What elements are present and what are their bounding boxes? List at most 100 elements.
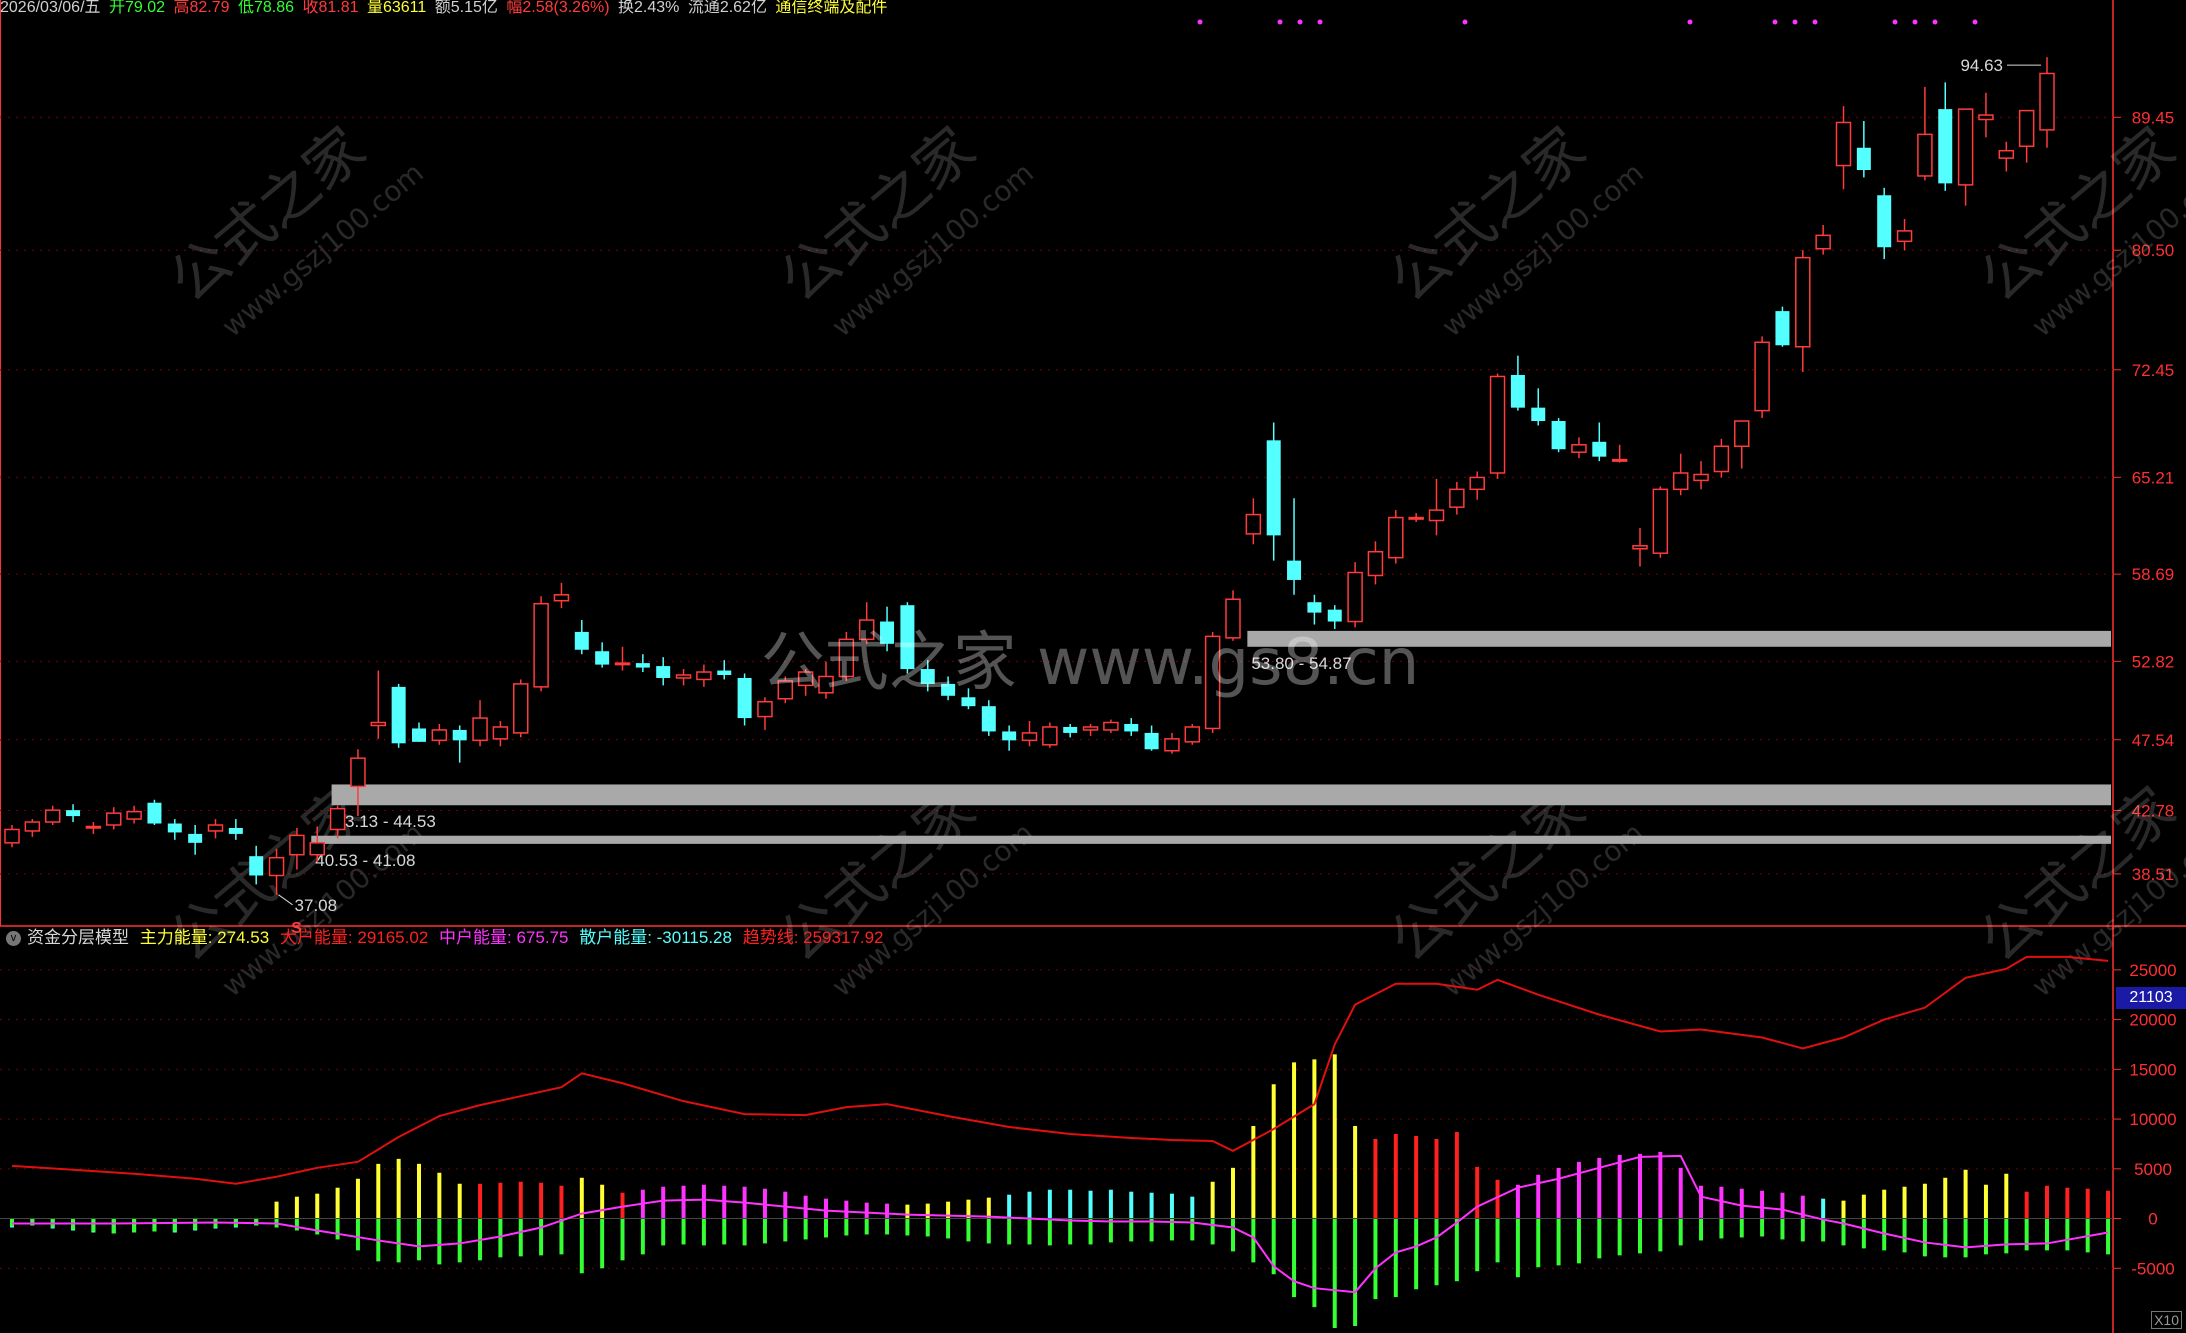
candle-body-up — [1367, 550, 1384, 577]
candle-body-down — [574, 631, 589, 650]
candle-body-down — [1551, 421, 1566, 450]
candle-body-up — [431, 729, 448, 742]
candle-body-up — [126, 810, 142, 820]
candle-body-up — [1428, 509, 1445, 522]
candle-body-up — [492, 726, 509, 740]
top-signal-dot — [1197, 19, 1203, 25]
watermark-tile: 公式之家www.gszj100.com — [156, 114, 429, 343]
candle-body-down — [1856, 147, 1871, 171]
current-value-tag: 21103 — [2116, 987, 2186, 1009]
candle-body-down — [66, 810, 81, 817]
candle-body-up — [44, 809, 61, 823]
indicator-tick-label: 5000 — [2134, 1160, 2172, 1179]
candle-body-up — [106, 812, 122, 826]
candle-body-up — [1835, 121, 1852, 167]
candle-body-down — [412, 728, 426, 742]
candle-body-up — [1957, 108, 1974, 186]
candle-body-down — [1938, 109, 1953, 184]
quote-info-bar: 2026/03/06/五 开79.02 高82.79 低78.86 收81.81… — [0, 0, 891, 18]
candle-body-up — [533, 602, 549, 688]
top-signal-dot — [1462, 19, 1468, 25]
candle-body-up — [1042, 726, 1058, 746]
support-zone-band — [331, 784, 2112, 806]
candle-body-up — [370, 721, 387, 727]
candle-body-down — [167, 823, 182, 833]
candle-body-up — [757, 700, 773, 718]
candle-body-up — [1388, 516, 1404, 559]
top-signal-dot — [1277, 19, 1283, 25]
close-price: 收81.81 — [302, 0, 359, 16]
candle-body-up — [675, 674, 692, 679]
candle-body-up — [85, 825, 102, 829]
low-marker-label: 37.08 — [295, 896, 338, 915]
indicator-tick-label: 10000 — [2129, 1110, 2176, 1129]
price-tick-label: 65.21 — [2132, 468, 2175, 487]
candle-body-down — [249, 856, 264, 876]
candle-body-down — [391, 686, 406, 744]
candle-body-up — [1103, 721, 1119, 731]
indicator-tick-label: 15000 — [2129, 1060, 2176, 1079]
indicator-tick-label: 0 — [2148, 1210, 2157, 1229]
top-signal-dot — [1912, 19, 1918, 25]
candle-body-up — [696, 671, 712, 681]
indicator-tick-label: 20000 — [2129, 1011, 2176, 1030]
candle-body-down — [1775, 311, 1790, 346]
candle-body-down — [1124, 724, 1139, 732]
candle-body-down — [1510, 374, 1525, 408]
candle-body-up — [350, 757, 366, 788]
indicator-name[interactable]: 资金分层模型 — [27, 928, 129, 947]
float-shares: 流通2.62亿 — [687, 0, 767, 16]
candle-body-up — [1734, 420, 1750, 448]
candle-body-down — [981, 706, 996, 732]
candle-body-up — [1489, 375, 1506, 474]
amount-value: 额5.15亿 — [434, 0, 498, 16]
candle-body-down — [737, 677, 752, 719]
watermark-center: 公式之家 www.gs8.cn — [761, 626, 1420, 700]
candle-body-down — [1002, 731, 1017, 741]
indicator-toggle-icon[interactable]: v — [6, 931, 21, 947]
scale-badge[interactable]: X10 — [2151, 1311, 2182, 1329]
candle-body-up — [1184, 726, 1201, 743]
industry-label: 通信终端及配件 — [775, 0, 888, 16]
candle-body-down — [1266, 440, 1281, 536]
candle-body-up — [1245, 513, 1262, 535]
price-tick-label: 52.82 — [2132, 652, 2175, 671]
chart-canvas: 38.5142.7847.5452.8258.6965.2172.4580.50… — [0, 0, 2186, 1333]
top-signal-dot — [1972, 19, 1978, 25]
candle-body-down — [656, 666, 671, 678]
candle-body-up — [1408, 516, 1424, 520]
candle-body-down — [717, 670, 732, 675]
top-signal-dot — [1932, 19, 1938, 25]
candle-body-up — [268, 856, 285, 877]
candle-body-down — [1327, 609, 1342, 622]
candle-body-down — [188, 833, 203, 843]
date-label: 2026/03/06/五 — [0, 0, 101, 16]
candle-body-up — [207, 824, 224, 832]
candle-body-up — [1082, 726, 1099, 731]
candle-body-down — [1063, 726, 1078, 733]
price-tick-label: 72.45 — [2132, 361, 2175, 380]
candle-body-up — [1896, 230, 1913, 243]
candle-body-up — [4, 828, 20, 844]
turnover-value: 换2.43% — [617, 0, 680, 16]
candle-body-up — [309, 842, 325, 856]
candle-body-up — [329, 807, 346, 831]
indicator-legend: v 资金分层模型 主力能量: 274.53 大户能量: 29165.02 中户能量… — [6, 928, 890, 948]
volume-value: 量63611 — [366, 0, 427, 16]
trend-line-label: 趋势线: 259317.92 — [742, 928, 884, 947]
candle-body-up — [1632, 545, 1648, 550]
candle-body-up — [1754, 341, 1770, 412]
candle-body-up — [24, 821, 41, 832]
candle-body-up — [1652, 488, 1669, 554]
open-price: 开79.02 — [108, 0, 166, 16]
candle-body-up — [1449, 488, 1465, 508]
high-price: 高82.79 — [173, 0, 230, 16]
top-signal-dot — [1792, 19, 1798, 25]
candle-body-down — [1592, 441, 1607, 457]
candle-body-down — [595, 651, 610, 665]
candle-body-up — [1693, 473, 1709, 482]
support-zone-label: 40.53 - 41.08 — [315, 851, 415, 870]
candle-body-up — [2018, 109, 2035, 147]
high-marker-label: 94.63 — [1960, 56, 2003, 75]
watermark-tile: 公式之家www.gszj100.com — [766, 114, 1039, 343]
